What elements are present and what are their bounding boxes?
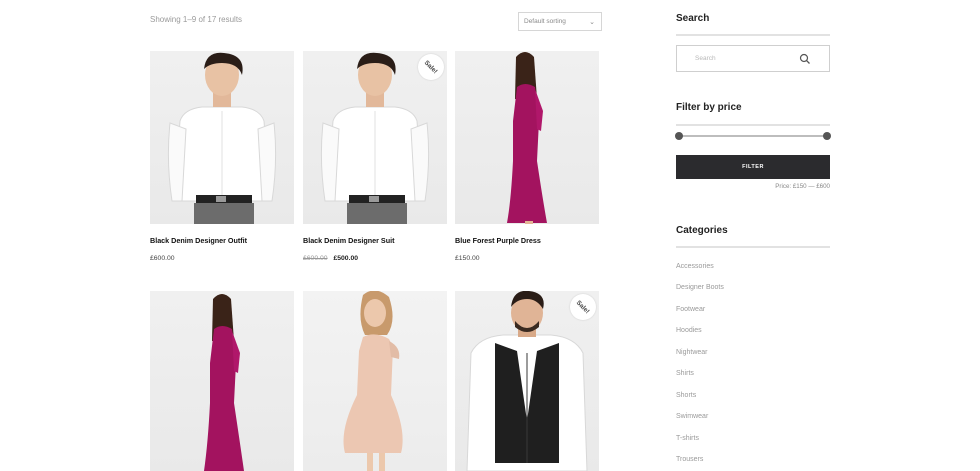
product-image[interactable] xyxy=(150,51,294,224)
category-link[interactable]: Trousers xyxy=(676,456,703,463)
categories-title: Categories xyxy=(676,225,728,236)
search-box xyxy=(676,45,830,72)
results-count: Showing 1–9 of 17 results xyxy=(150,15,243,24)
category-link[interactable]: Shorts xyxy=(676,392,696,399)
product-image[interactable] xyxy=(303,291,447,471)
sorting-selected-label: Default sorting xyxy=(524,18,566,25)
price-filter-title: Filter by price xyxy=(676,102,742,113)
price-slider-max-handle[interactable] xyxy=(823,132,831,140)
product-image[interactable] xyxy=(150,291,294,471)
woman-purple-dress-photo xyxy=(507,52,547,224)
price-range-text: Price: £150 — £600 xyxy=(775,183,830,190)
product-title[interactable]: Blue Forest Purple Dress xyxy=(455,236,541,245)
product-image[interactable]: Sale! xyxy=(303,51,447,224)
product-title[interactable]: Black Denim Designer Suit xyxy=(303,236,394,245)
divider xyxy=(676,34,830,36)
price-slider-track[interactable] xyxy=(679,135,827,137)
woman-peach-dress-photo xyxy=(343,291,403,471)
old-price: £600.00 xyxy=(303,255,328,262)
category-link[interactable]: Swimwear xyxy=(676,413,708,420)
product-price: £600.00 xyxy=(150,255,175,262)
chevron-down-icon: ⌄ xyxy=(589,19,595,26)
search-icon[interactable] xyxy=(799,53,811,65)
price-slider-min-handle[interactable] xyxy=(675,132,683,140)
product-price: £150.00 xyxy=(455,255,480,262)
product-image[interactable]: Sale! xyxy=(455,291,599,471)
category-link[interactable]: Footwear xyxy=(676,306,705,313)
sorting-select[interactable]: Default sorting ⌄ xyxy=(518,12,602,31)
category-link[interactable]: T-shirts xyxy=(676,435,699,442)
divider xyxy=(676,124,830,126)
category-link[interactable]: Nightwear xyxy=(676,349,708,356)
category-link[interactable]: Designer Boots xyxy=(676,284,724,291)
category-link[interactable]: Shirts xyxy=(676,370,694,377)
category-link[interactable]: Accessories xyxy=(676,263,714,270)
search-input[interactable] xyxy=(677,46,795,71)
sale-price: £500.00 xyxy=(333,255,359,262)
product-price: £600.00 £500.00 xyxy=(303,255,358,262)
woman-purple-dress-photo xyxy=(204,294,244,471)
product-title[interactable]: Black Denim Designer Outfit xyxy=(150,236,247,245)
divider xyxy=(676,246,830,248)
filter-button[interactable]: FILTER xyxy=(676,155,830,179)
man-white-shirt-photo xyxy=(167,52,277,224)
current-price: £600.00 xyxy=(150,255,175,262)
current-price: £150.00 xyxy=(455,255,480,262)
category-link[interactable]: Hoodies xyxy=(676,327,702,334)
product-image[interactable] xyxy=(455,51,599,224)
search-widget-title: Search xyxy=(676,13,710,24)
